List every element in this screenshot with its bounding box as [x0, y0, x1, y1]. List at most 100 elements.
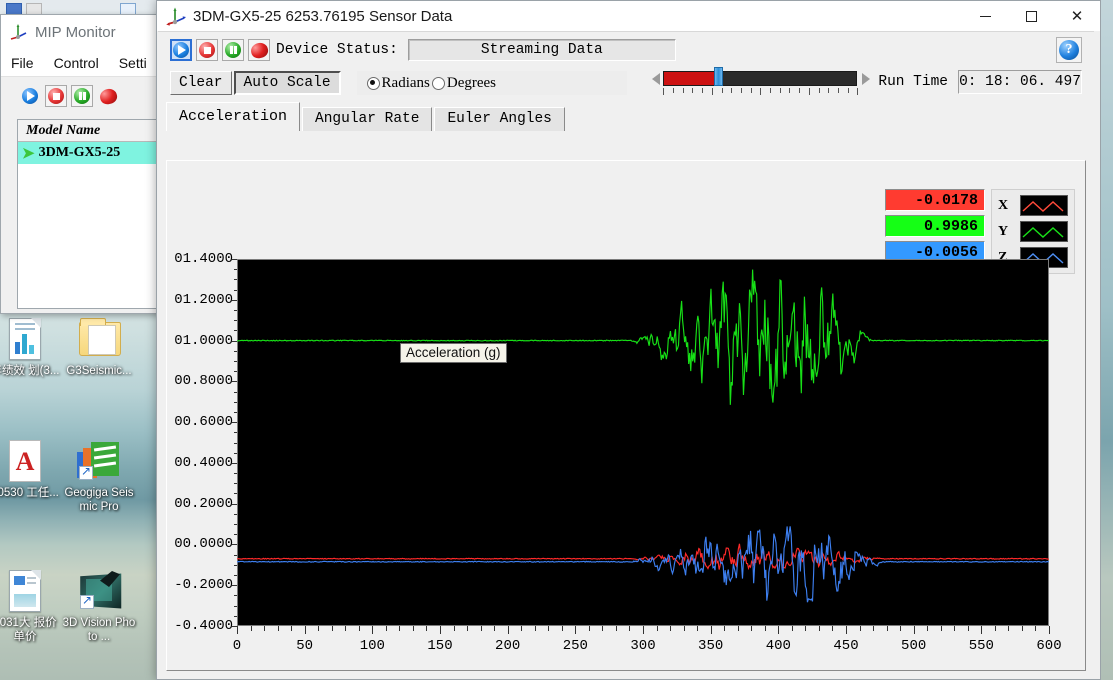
desktop-icon-label: Geogiga Seismic Pro	[62, 486, 136, 514]
menu-item-settings[interactable]: Setti	[119, 55, 147, 71]
x-axis-tick-label: 600	[1036, 638, 1061, 654]
x-axis-tick-label: 0	[233, 638, 241, 654]
model-name-cell: 3DM-GX5-25	[39, 145, 121, 161]
pdf-icon: A	[1, 440, 49, 484]
y-axis: 01.400001.200001.000000.800000.600000.40…	[167, 259, 237, 626]
auto-scale-button[interactable]: Auto Scale	[234, 71, 341, 95]
x-axis-tickmarks	[237, 626, 1049, 634]
y-axis-tick-label: 00.0000	[174, 536, 233, 552]
stop-streaming-button[interactable]	[196, 39, 218, 61]
shortcut-arrow-icon	[79, 466, 93, 480]
minimize-button[interactable]	[962, 1, 1008, 31]
y-value-display: 0.9986	[885, 215, 985, 237]
radians-label[interactable]: Radians	[382, 75, 430, 92]
mip-monitor-title: MIP Monitor	[35, 24, 116, 41]
x-axis-tick-label: 500	[901, 638, 926, 654]
desktop-icon-3d-vision[interactable]: 3D Vision Photo ...	[62, 570, 136, 644]
y-axis-tick-label: 00.2000	[174, 496, 233, 512]
x-axis-tick-label: 50	[296, 638, 313, 654]
legend-thumb-x[interactable]	[1020, 195, 1068, 216]
legend-thumb-y[interactable]	[1020, 221, 1068, 242]
x-value-display: -0.0178	[885, 189, 985, 211]
y-axis-tick-label: 01.4000	[174, 251, 233, 267]
device-status-value: Streaming Data	[408, 39, 676, 61]
stop-icon	[199, 42, 215, 58]
x-axis-tick-label: 550	[969, 638, 994, 654]
desktop-icon-label: 1031大 报价单价	[0, 616, 62, 644]
mip-pause-button[interactable]	[71, 85, 93, 107]
pause-streaming-button[interactable]	[222, 39, 244, 61]
scroll-right-arrow-icon[interactable]	[862, 73, 870, 85]
mip-monitor-titlebar[interactable]: MIP Monitor	[1, 15, 175, 49]
start-streaming-button[interactable]	[170, 39, 192, 61]
radians-radio[interactable]	[367, 77, 380, 90]
tab-angular-rate[interactable]: Angular Rate	[302, 107, 432, 131]
units-radio-group[interactable]: Radians Degrees	[357, 71, 627, 95]
clear-button[interactable]: Clear	[170, 71, 232, 95]
mip-model-table[interactable]: Model Name ➤ 3DM-GX5-25	[17, 119, 167, 309]
window-title: 3DM-GX5-25 6253.76195 Sensor Data	[193, 8, 452, 25]
desktop-icon-folder[interactable]: G3Seismic...	[62, 318, 136, 378]
legend-row-x[interactable]: X	[998, 195, 1068, 216]
record-button[interactable]	[248, 39, 270, 61]
degrees-label[interactable]: Degrees	[447, 75, 496, 92]
device-status-label: Device Status:	[276, 42, 398, 58]
folder-icon	[75, 318, 123, 362]
desktop-right-sliver	[1101, 0, 1113, 680]
model-name-column-header: Model Name	[18, 120, 166, 142]
x-axis: 050100150200250300350400450500550600	[237, 626, 1049, 660]
tab-acceleration[interactable]: Acceleration	[166, 102, 300, 131]
chart-plot-area[interactable]: Acceleration (g)	[237, 259, 1049, 626]
mip-monitor-window[interactable]: MIP Monitor File Control Setti Model Nam…	[0, 14, 176, 314]
scrollbar-track[interactable]	[663, 71, 857, 86]
pause-icon	[225, 42, 241, 58]
desktop-icon-pdf[interactable]: A 30530 工任...	[0, 440, 62, 500]
scrollbar-thumb[interactable]	[714, 67, 723, 86]
mip-stop-button[interactable]	[45, 85, 67, 107]
time-scrollbar[interactable]	[652, 68, 870, 96]
run-time-value: 0: 18: 06. 497	[958, 70, 1082, 94]
scroll-left-arrow-icon[interactable]	[652, 73, 660, 85]
mip-record-button[interactable]	[97, 85, 119, 107]
x-axis-tick-label: 200	[495, 638, 520, 654]
window-controls[interactable]: ✕	[962, 1, 1100, 31]
control-toolbar: Clear Auto Scale Radians Degrees	[158, 67, 1094, 99]
acceleration-tab-panel: -0.0178 0.9986 -0.0056 X Y	[166, 160, 1086, 671]
help-button[interactable]: ?	[1056, 37, 1082, 63]
waveform-svg	[237, 259, 1049, 626]
legend-axis-label: X	[998, 198, 1010, 214]
tab-bar[interactable]: Acceleration Angular Rate Euler Angles	[166, 105, 1094, 131]
window-titlebar[interactable]: 3DM-GX5-25 6253.76195 Sensor Data ✕	[157, 1, 1100, 31]
legend-values: -0.0178 0.9986 -0.0056	[885, 189, 985, 263]
series-line-y	[237, 270, 1049, 405]
desktop-icon-label: 30530 工任...	[0, 486, 62, 500]
series-line-z	[237, 526, 1049, 602]
legend-row-y[interactable]: Y	[998, 221, 1068, 242]
close-button[interactable]: ✕	[1054, 1, 1100, 31]
menu-item-control[interactable]: Control	[54, 55, 99, 71]
desktop-icon-chart-doc[interactable]: 年绩效 划(3...	[0, 318, 62, 378]
mip-start-button[interactable]	[19, 85, 41, 107]
menu-item-file[interactable]: File	[11, 55, 34, 71]
close-icon: ✕	[1071, 7, 1084, 25]
x-axis-tick-label: 150	[427, 638, 452, 654]
mip-monitor-toolbar[interactable]	[1, 77, 175, 115]
tab-euler-angles[interactable]: Euler Angles	[434, 107, 564, 131]
y-axis-tick-label: 01.0000	[174, 333, 233, 349]
runtime-area: Run Time 0: 18: 06. 497	[652, 68, 1082, 96]
maximize-button[interactable]	[1008, 1, 1054, 31]
desktop-icon-label: 年绩效 划(3...	[0, 364, 62, 378]
table-row[interactable]: ➤ 3DM-GX5-25	[18, 142, 166, 164]
desktop-icon-image-doc[interactable]: 1031大 报价单价	[0, 570, 62, 644]
degrees-radio[interactable]	[432, 77, 445, 90]
y-axis-tick-label: 00.4000	[174, 455, 233, 471]
mip-monitor-menubar[interactable]: File Control Setti	[1, 49, 175, 77]
sensor-data-window[interactable]: 3DM-GX5-25 6253.76195 Sensor Data ✕ Devi…	[156, 0, 1101, 680]
desktop-icon-geogiga[interactable]: Geogiga Seismic Pro	[62, 440, 136, 514]
scrollbar-fill	[664, 72, 714, 85]
x-axis-tick-label: 450	[833, 638, 858, 654]
y-axis-tick-label: -0.4000	[174, 618, 233, 634]
y-axis-tick-label: -0.2000	[174, 577, 233, 593]
vision-icon	[75, 570, 123, 614]
chart-title-label: Acceleration (g)	[400, 343, 507, 363]
